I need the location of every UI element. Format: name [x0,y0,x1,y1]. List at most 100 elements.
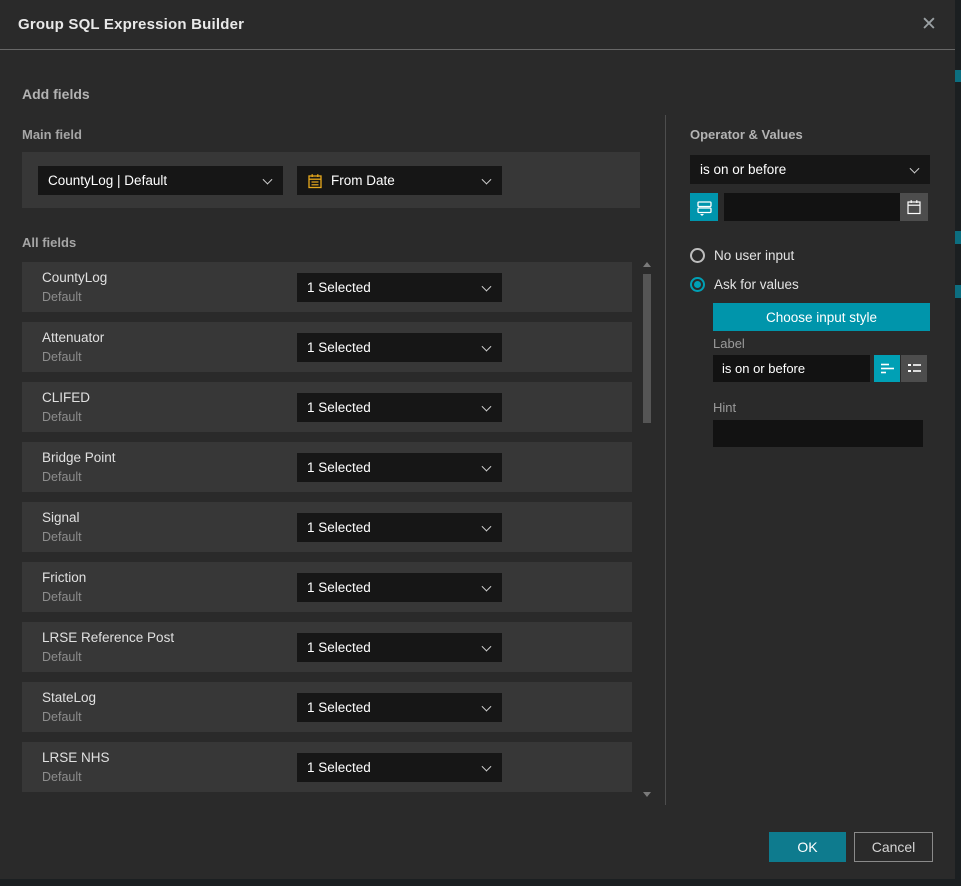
main-field-dropdown-value: From Date [331,173,395,188]
chevron-down-icon [910,163,920,173]
field-row: Signal Default 1 Selected [22,502,632,552]
background-app-right-edge [955,0,961,886]
field-selected-value: 1 Selected [307,460,371,475]
chevron-down-icon [482,581,492,591]
get-values-button[interactable] [690,193,718,221]
field-selected-value: 1 Selected [307,340,371,355]
layer-dropdown-value: CountyLog | Default [48,173,167,188]
label-caption: Label [713,336,745,351]
ok-button[interactable]: OK [769,832,846,862]
main-field-dropdown[interactable]: From Date [297,166,502,195]
field-subtitle: Default [42,410,82,424]
background-accent-mark [955,285,961,298]
field-name: Signal [42,510,80,525]
main-field-panel: CountyLog | Default From Date [22,152,640,208]
field-selected-value: 1 Selected [307,760,371,775]
radio-ask-for-values[interactable]: Ask for values [690,275,799,293]
chevron-down-icon [482,461,492,471]
value-input-row [690,193,930,221]
field-row: Bridge Point Default 1 Selected [22,442,632,492]
field-selected-value: 1 Selected [307,280,371,295]
field-subtitle: Default [42,770,82,784]
radio-no-user-input[interactable]: No user input [690,246,794,264]
radio-label: No user input [714,248,794,263]
field-name: CLIFED [42,390,90,405]
chevron-down-icon [482,341,492,351]
radio-icon [690,248,705,263]
field-selected-dropdown[interactable]: 1 Selected [297,393,502,422]
scrollbar-thumb[interactable] [643,274,651,423]
operator-dropdown[interactable]: is on or before [690,155,930,184]
field-selected-dropdown[interactable]: 1 Selected [297,273,502,302]
hint-input[interactable] [713,420,923,447]
chevron-down-icon [263,174,273,184]
field-selected-dropdown[interactable]: 1 Selected [297,633,502,662]
chevron-down-icon [482,521,492,531]
group-sql-expression-builder-dialog: Group SQL Expression Builder ✕ Add field… [0,0,955,879]
field-row: StateLog Default 1 Selected [22,682,632,732]
field-name: Bridge Point [42,450,116,465]
field-name: LRSE Reference Post [42,630,174,645]
label-input[interactable] [713,355,870,382]
hint-caption: Hint [713,400,736,415]
main-field-heading: Main field [22,127,82,142]
dialog-title: Group SQL Expression Builder [18,16,244,33]
field-subtitle: Default [42,590,82,604]
add-fields-heading: Add fields [22,86,90,102]
date-value-input[interactable] [724,193,900,221]
field-name: StateLog [42,690,96,705]
unique-values-icon [696,199,713,216]
field-selected-dropdown[interactable]: 1 Selected [297,753,502,782]
field-row: LRSE NHS Default 1 Selected [22,742,632,792]
field-selected-dropdown[interactable]: 1 Selected [297,453,502,482]
operator-values-heading: Operator & Values [690,127,803,142]
field-selected-value: 1 Selected [307,700,371,715]
field-selected-dropdown[interactable]: 1 Selected [297,573,502,602]
close-icon[interactable]: ✕ [917,13,941,37]
radio-label: Ask for values [714,277,799,292]
chevron-down-icon [482,641,492,651]
background-app-bottom-edge [0,879,961,886]
field-subtitle: Default [42,710,82,724]
background-accent-mark [955,231,961,244]
field-name: Friction [42,570,86,585]
all-fields-list: CountyLog Default 1 Selected Attenuator … [22,262,632,802]
align-left-icon [880,362,895,375]
column-divider [665,115,666,805]
layer-dropdown[interactable]: CountyLog | Default [38,166,283,195]
field-selected-dropdown[interactable]: 1 Selected [297,333,502,362]
field-selected-dropdown[interactable]: 1 Selected [297,693,502,722]
field-subtitle: Default [42,350,82,364]
field-name: CountyLog [42,270,107,285]
scrollbar-down-arrow[interactable] [641,790,653,798]
field-selected-value: 1 Selected [307,520,371,535]
chevron-down-icon [482,281,492,291]
field-selected-dropdown[interactable]: 1 Selected [297,513,502,542]
calendar-picker-button[interactable] [900,193,928,221]
calendar-icon [906,199,922,215]
field-row: CountyLog Default 1 Selected [22,262,632,312]
single-line-style-button[interactable] [874,355,900,382]
chevron-down-icon [482,401,492,411]
cancel-button[interactable]: Cancel [854,832,933,862]
chevron-down-icon [482,701,492,711]
field-row: Friction Default 1 Selected [22,562,632,612]
field-subtitle: Default [42,650,82,664]
choose-input-style-button[interactable]: Choose input style [713,303,930,331]
field-name: Attenuator [42,330,104,345]
dialog-title-bar: Group SQL Expression Builder ✕ [0,0,955,50]
field-selected-value: 1 Selected [307,580,371,595]
field-subtitle: Default [42,530,82,544]
date-field-icon [307,173,323,189]
list-style-button[interactable] [901,355,927,382]
field-row: CLIFED Default 1 Selected [22,382,632,432]
field-name: LRSE NHS [42,750,110,765]
scrollbar-up-arrow[interactable] [641,260,653,268]
radio-icon [690,277,705,292]
field-selected-value: 1 Selected [307,400,371,415]
chevron-down-icon [482,174,492,184]
bullet-list-icon [907,362,922,375]
operator-dropdown-value: is on or before [700,162,786,177]
all-fields-heading: All fields [22,235,76,250]
chevron-down-icon [482,761,492,771]
